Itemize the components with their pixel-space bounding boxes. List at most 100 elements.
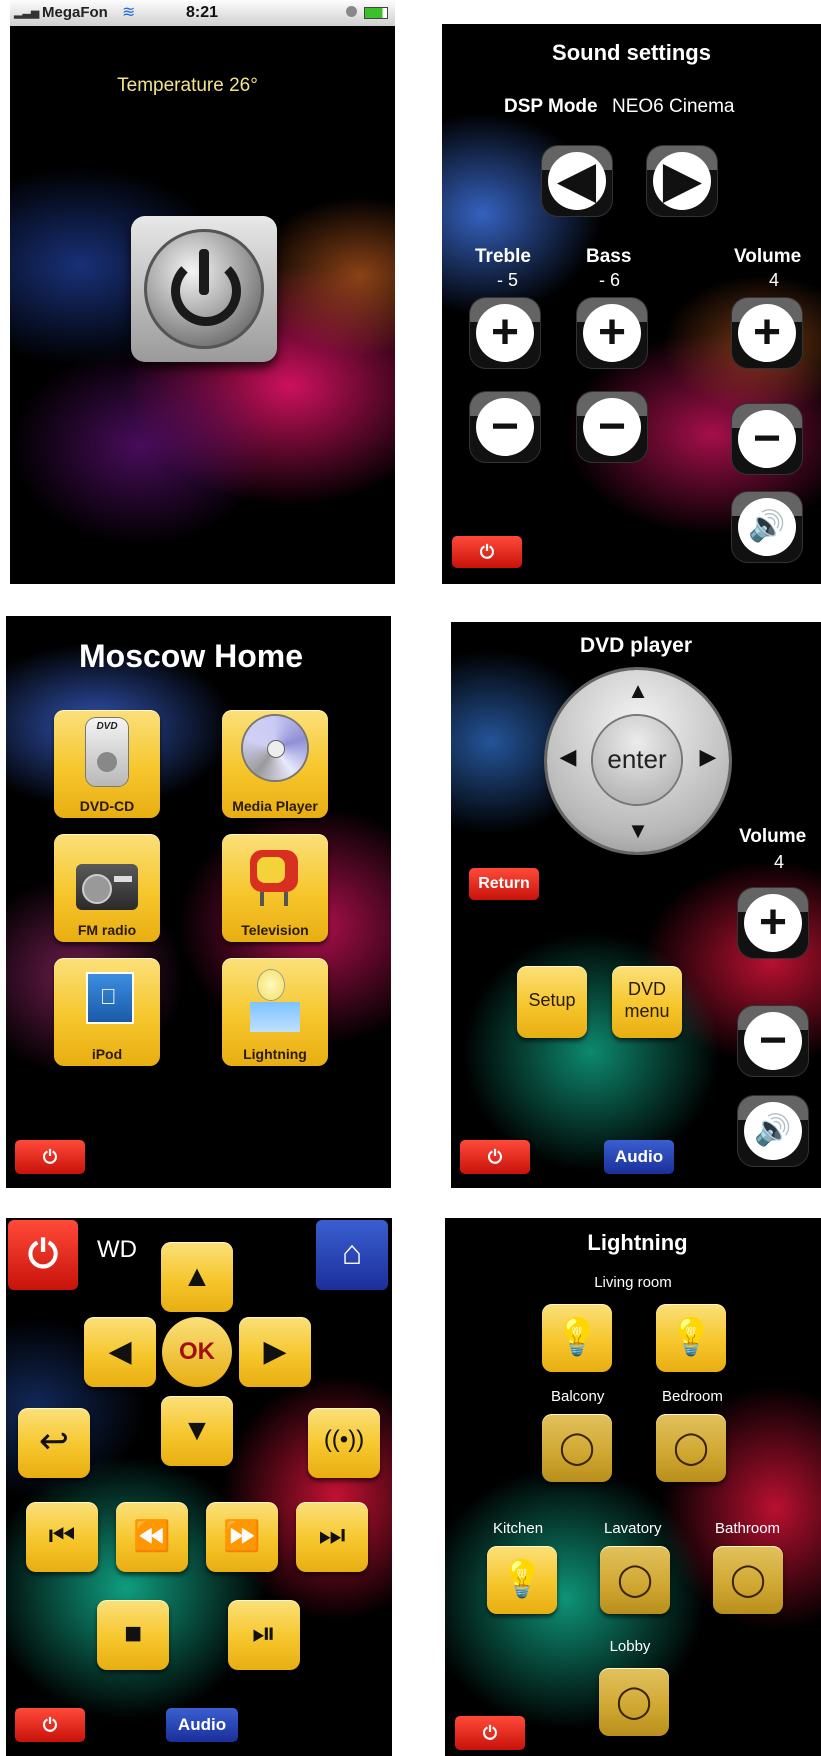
power-off-button[interactable]: ⏻ (455, 1716, 525, 1750)
volume-minus-button[interactable]: − (738, 1006, 808, 1076)
volume-value: 4 (769, 270, 780, 290)
dpad-down[interactable]: ▼ (618, 818, 658, 848)
down-button[interactable]: ▼ (161, 1396, 233, 1466)
tile-ipod[interactable]:  iPod (54, 958, 160, 1066)
ipod-icon:  (88, 974, 132, 1022)
landscape-icon (250, 1002, 300, 1032)
power-off-button[interactable]: ⏻ (460, 1140, 530, 1174)
page-title: Moscow Home (78, 638, 304, 674)
rewind-button[interactable]: ⏪ (116, 1502, 188, 1572)
ok-label: OK (179, 1338, 215, 1365)
disc-icon (243, 716, 307, 780)
power-button[interactable] (131, 216, 277, 362)
stop-button[interactable]: ■ (97, 1600, 169, 1670)
minus-icon: − (490, 400, 520, 453)
mute-button[interactable]: 🔊 (738, 1096, 808, 1166)
dpad-up[interactable]: ▲ (618, 678, 658, 708)
dvd-menu-button[interactable]: DVD menu (612, 966, 682, 1038)
room-label-bathroom: Bathroom (715, 1520, 781, 1537)
tile-lightning[interactable]: Lightning (222, 958, 328, 1066)
fast-forward-button[interactable]: ⏩ (206, 1502, 278, 1572)
minus-icon: − (597, 400, 627, 453)
bass-value: - 6 (599, 270, 621, 290)
tile-television[interactable]: Television (222, 834, 328, 942)
page-title: Lightning (587, 1230, 688, 1255)
plus-icon: + (490, 306, 520, 359)
return-button[interactable]: Return (469, 868, 539, 900)
bulb-icon: 💡 (499, 1558, 545, 1599)
volume-label: Volume (734, 246, 802, 267)
enter-button[interactable]: enter (593, 716, 681, 804)
wifi-icon: ≋ (122, 4, 136, 21)
volume-label: Volume (739, 826, 807, 847)
tile-fm-radio[interactable]: FM radio (54, 834, 160, 942)
tile-media-player[interactable]: Media Player (222, 710, 328, 818)
mute-button[interactable]: 🔊 (732, 492, 802, 562)
light-kitchen[interactable]: 💡 (487, 1546, 557, 1614)
arrow-right-icon: ▶ (663, 154, 701, 207)
broadcast-button[interactable]: ((•)) (308, 1408, 380, 1478)
light-living-room-1[interactable]: 💡 (542, 1304, 612, 1372)
bulb-icon: ◯ (730, 1561, 766, 1597)
dvd-menu-label-line1: DVD (627, 979, 666, 999)
page-title: DVD player (579, 634, 693, 657)
treble-label: Treble (475, 246, 531, 267)
plus-icon: + (597, 306, 627, 359)
treble-plus-button[interactable]: + (470, 298, 540, 368)
power-icon: ⏻ (42, 1147, 58, 1167)
arrow-up-icon: ▲ (182, 1260, 212, 1293)
light-living-room-2[interactable]: 💡 (656, 1304, 726, 1372)
skip-back-button[interactable]: ⏮ (26, 1502, 98, 1572)
stop-icon: ■ (123, 1617, 143, 1650)
dsp-prev-button[interactable]: ◀ (542, 146, 612, 216)
home-icon: ⌂ (341, 1234, 363, 1272)
light-lavatory[interactable]: ◯ (600, 1546, 670, 1614)
room-label-balcony: Balcony (551, 1388, 605, 1405)
power-button[interactable]: ⏻ (8, 1220, 78, 1290)
home-button[interactable]: ⌂ (316, 1220, 388, 1290)
up-button[interactable]: ▲ (161, 1242, 233, 1312)
left-button[interactable]: ◀ (84, 1317, 156, 1387)
plus-icon: + (758, 896, 788, 949)
bass-minus-button[interactable]: − (577, 392, 647, 462)
right-button[interactable]: ▶ (239, 1317, 311, 1387)
treble-minus-button[interactable]: − (470, 392, 540, 462)
volume-plus-button[interactable]: + (732, 298, 802, 368)
tile-dvd-cd[interactable]: DVD DVD-CD (54, 710, 160, 818)
volume-plus-button[interactable]: + (738, 888, 808, 958)
speaker-icon: 🔊 (748, 510, 786, 543)
bass-plus-button[interactable]: + (577, 298, 647, 368)
power-off-button[interactable]: ⏻ (452, 536, 522, 568)
power-screen: Temperature 26° (10, 26, 395, 584)
status-time: 8:21 (186, 4, 219, 21)
power-off-button[interactable]: ⏻ (15, 1708, 85, 1742)
minus-icon: − (758, 1014, 788, 1067)
audio-button[interactable]: Audio (166, 1708, 238, 1742)
dpad-right[interactable]: ▶ (693, 744, 723, 774)
play-pause-button[interactable]: ⏯ (228, 1600, 300, 1670)
tile-label: Television (241, 922, 309, 938)
broadcast-icon: ((•)) (323, 1426, 365, 1453)
bass-label: Bass (586, 246, 632, 267)
power-off-button[interactable]: ⏻ (15, 1140, 85, 1174)
setup-button[interactable]: Setup (517, 966, 587, 1038)
power-icon (144, 229, 264, 349)
dsp-next-button[interactable]: ▶ (647, 146, 717, 216)
back-button[interactable]: ↩ (18, 1408, 90, 1478)
dpad-left[interactable]: ◀ (553, 744, 583, 774)
audio-button[interactable]: Audio (604, 1140, 674, 1174)
dvd-menu-label-line2: menu (624, 1001, 670, 1021)
arrow-down-icon: ▼ (182, 1414, 212, 1447)
ok-button[interactable]: OK (162, 1317, 232, 1387)
arrow-left-icon: ◀ (558, 154, 596, 207)
light-bathroom[interactable]: ◯ (713, 1546, 783, 1614)
dpad: ▲ ▼ ◀ ▶ enter (547, 670, 729, 852)
volume-minus-button[interactable]: − (732, 404, 802, 474)
skip-forward-icon: ⏭ (318, 1519, 346, 1552)
light-bedroom[interactable]: ◯ (656, 1414, 726, 1482)
light-balcony[interactable]: ◯ (542, 1414, 612, 1482)
enter-label: enter (607, 744, 667, 774)
skip-forward-button[interactable]: ⏭ (296, 1502, 368, 1572)
light-lobby[interactable]: ◯ (599, 1668, 669, 1736)
room-label-bedroom: Bedroom (662, 1388, 723, 1405)
